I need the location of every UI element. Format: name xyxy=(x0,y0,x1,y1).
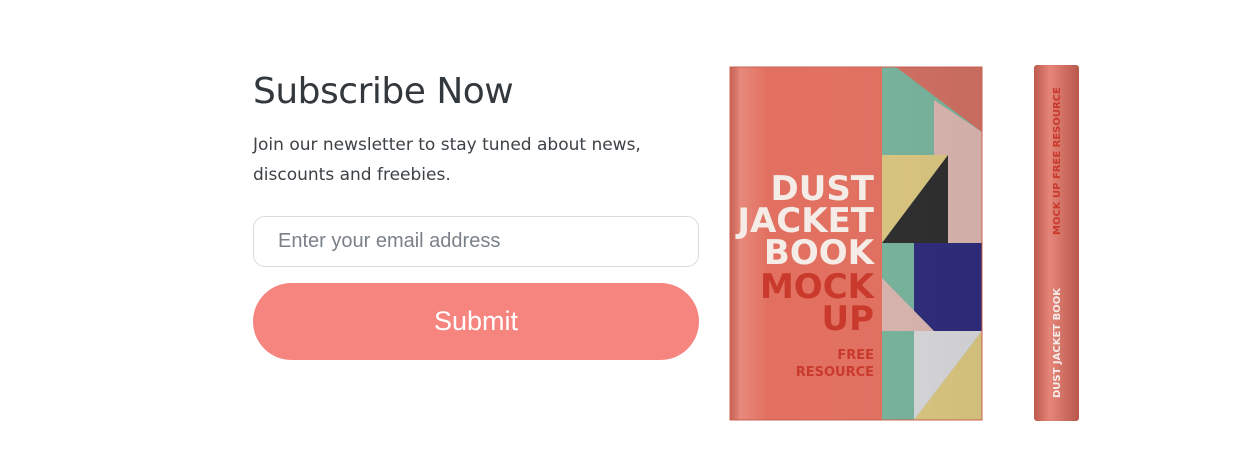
book-cover: DUST JACKET BOOK MOCK UP FREE RESOURCE xyxy=(729,66,983,421)
subscribe-title: Subscribe Now xyxy=(253,71,514,112)
book-spine: MOCK UP FREE RESOURCE DUST JACKET BOOK xyxy=(1034,65,1079,421)
submit-button[interactable]: Submit xyxy=(253,283,699,360)
spine-text-bottom: DUST JACKET BOOK xyxy=(1052,287,1063,398)
email-input[interactable] xyxy=(253,216,699,267)
spine-text-top: MOCK UP FREE RESOURCE xyxy=(1052,87,1063,235)
subscribe-section: Subscribe Now Join our newsletter to sta… xyxy=(253,70,699,360)
cover-footer-line-1: FREE xyxy=(837,348,874,363)
cover-footer-line-2: RESOURCE xyxy=(796,365,874,380)
subscribe-description: Join our newsletter to stay tuned about … xyxy=(253,135,641,185)
book-mockup-image: DUST JACKET BOOK MOCK UP FREE RESOURCE M… xyxy=(729,65,1079,421)
cover-accent-line-2: UP xyxy=(821,299,874,339)
